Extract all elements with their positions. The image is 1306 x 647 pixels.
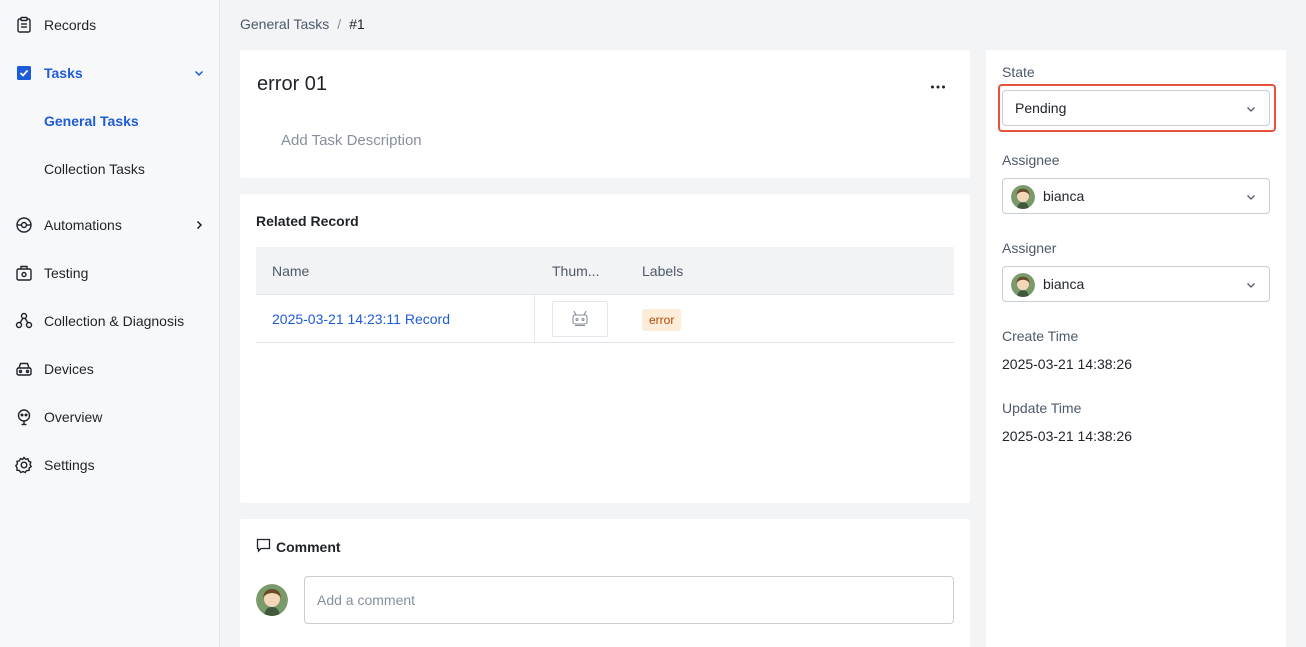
table-row: 2025-03-21 14:23:11 Record error — [256, 295, 954, 343]
record-thumbnail[interactable] — [552, 301, 608, 337]
sidebar-item-label: Collection Tasks — [44, 161, 145, 177]
assigner-select[interactable]: bianca — [1002, 266, 1270, 302]
task-card: error 01 Add Task Description — [240, 50, 970, 178]
avatar — [1011, 185, 1035, 209]
sidebar-item-settings[interactable]: Settings — [0, 445, 219, 485]
update-time-label: Update Time — [1002, 400, 1082, 416]
create-time-label: Create Time — [1002, 328, 1079, 344]
overview-icon — [14, 407, 34, 427]
breadcrumb-separator: / — [337, 16, 342, 32]
assignee-select[interactable]: bianca — [1002, 178, 1270, 214]
assignee-label: Assignee — [1002, 152, 1060, 168]
column-divider — [534, 295, 535, 343]
sidebar-item-label: Overview — [44, 409, 103, 425]
label-tag: error — [642, 309, 682, 331]
table-header: Name Thum... Labels — [256, 247, 954, 295]
device-icon — [14, 359, 34, 379]
task-title[interactable]: error 01 — [257, 73, 327, 96]
chevron-down-icon — [193, 67, 205, 79]
clipboard-icon — [14, 15, 34, 35]
sidebar-item-automations[interactable]: Automations — [0, 205, 219, 245]
more-options-button[interactable] — [928, 74, 948, 94]
breadcrumb-general-tasks[interactable]: General Tasks — [240, 16, 329, 32]
robot-icon — [570, 309, 590, 330]
sidebar: Records Tasks General Tasks Collection T… — [0, 0, 220, 647]
sidebar-item-tasks[interactable]: Tasks — [0, 53, 219, 93]
column-header-thumbnail[interactable]: Thum... — [552, 263, 599, 279]
comment-header: Comment — [256, 538, 341, 556]
sidebar-item-label: Records — [44, 17, 97, 33]
comment-card: Comment — [240, 519, 970, 647]
sidebar-item-label: Testing — [44, 265, 89, 281]
sidebar-item-general-tasks[interactable]: General Tasks — [0, 101, 219, 141]
state-select[interactable]: Pending — [1002, 90, 1270, 126]
state-value: Pending — [1015, 100, 1067, 116]
ellipsis-icon — [930, 76, 946, 92]
sidebar-item-label: Settings — [44, 457, 95, 473]
diagnosis-icon — [14, 311, 34, 331]
assigner-value: bianca — [1043, 276, 1085, 292]
comment-title: Comment — [276, 539, 341, 555]
chevron-down-icon — [1245, 191, 1257, 203]
task-description-placeholder[interactable]: Add Task Description — [281, 132, 422, 149]
assignee-value: bianca — [1043, 188, 1085, 204]
task-icon — [14, 63, 34, 83]
sidebar-item-label: Devices — [44, 361, 94, 377]
chevron-right-icon — [193, 219, 205, 231]
testing-icon — [14, 263, 34, 283]
sidebar-item-label: Automations — [44, 217, 122, 233]
column-header-labels[interactable]: Labels — [642, 263, 683, 279]
related-record-card: Related Record Name Thum... Labels 2025-… — [240, 194, 970, 503]
record-link[interactable]: 2025-03-21 14:23:11 Record — [272, 311, 450, 327]
comment-icon — [256, 538, 271, 556]
sidebar-item-records[interactable]: Records — [0, 5, 219, 45]
chevron-down-icon — [1245, 279, 1257, 291]
breadcrumb-current: #1 — [349, 16, 365, 32]
breadcrumb: General Tasks / #1 — [240, 15, 365, 33]
related-record-title: Related Record — [256, 213, 359, 229]
state-label: State — [1002, 64, 1035, 80]
chevron-down-icon — [1245, 103, 1257, 115]
sidebar-item-collection-tasks[interactable]: Collection Tasks — [0, 149, 219, 189]
sidebar-item-collection-diagnosis[interactable]: Collection & Diagnosis — [0, 301, 219, 341]
update-time-value: 2025-03-21 14:38:26 — [1002, 428, 1132, 444]
comment-input[interactable] — [304, 576, 954, 624]
sidebar-item-testing[interactable]: Testing — [0, 253, 219, 293]
avatar — [1011, 273, 1035, 297]
assigner-label: Assigner — [1002, 240, 1057, 256]
gear-icon — [14, 455, 34, 475]
sidebar-item-devices[interactable]: Devices — [0, 349, 219, 389]
sidebar-item-label: General Tasks — [44, 113, 139, 129]
sidebar-item-label: Tasks — [44, 65, 83, 81]
create-time-value: 2025-03-21 14:38:26 — [1002, 356, 1132, 372]
sidebar-item-overview[interactable]: Overview — [0, 397, 219, 437]
task-properties-panel: State Pending Assignee bianca Assigner b… — [986, 50, 1286, 647]
related-record-table: Name Thum... Labels 2025-03-21 14:23:11 … — [256, 247, 954, 343]
column-header-name[interactable]: Name — [272, 263, 309, 279]
avatar — [256, 584, 288, 616]
sidebar-item-label: Collection & Diagnosis — [44, 313, 185, 329]
automation-icon — [14, 215, 34, 235]
